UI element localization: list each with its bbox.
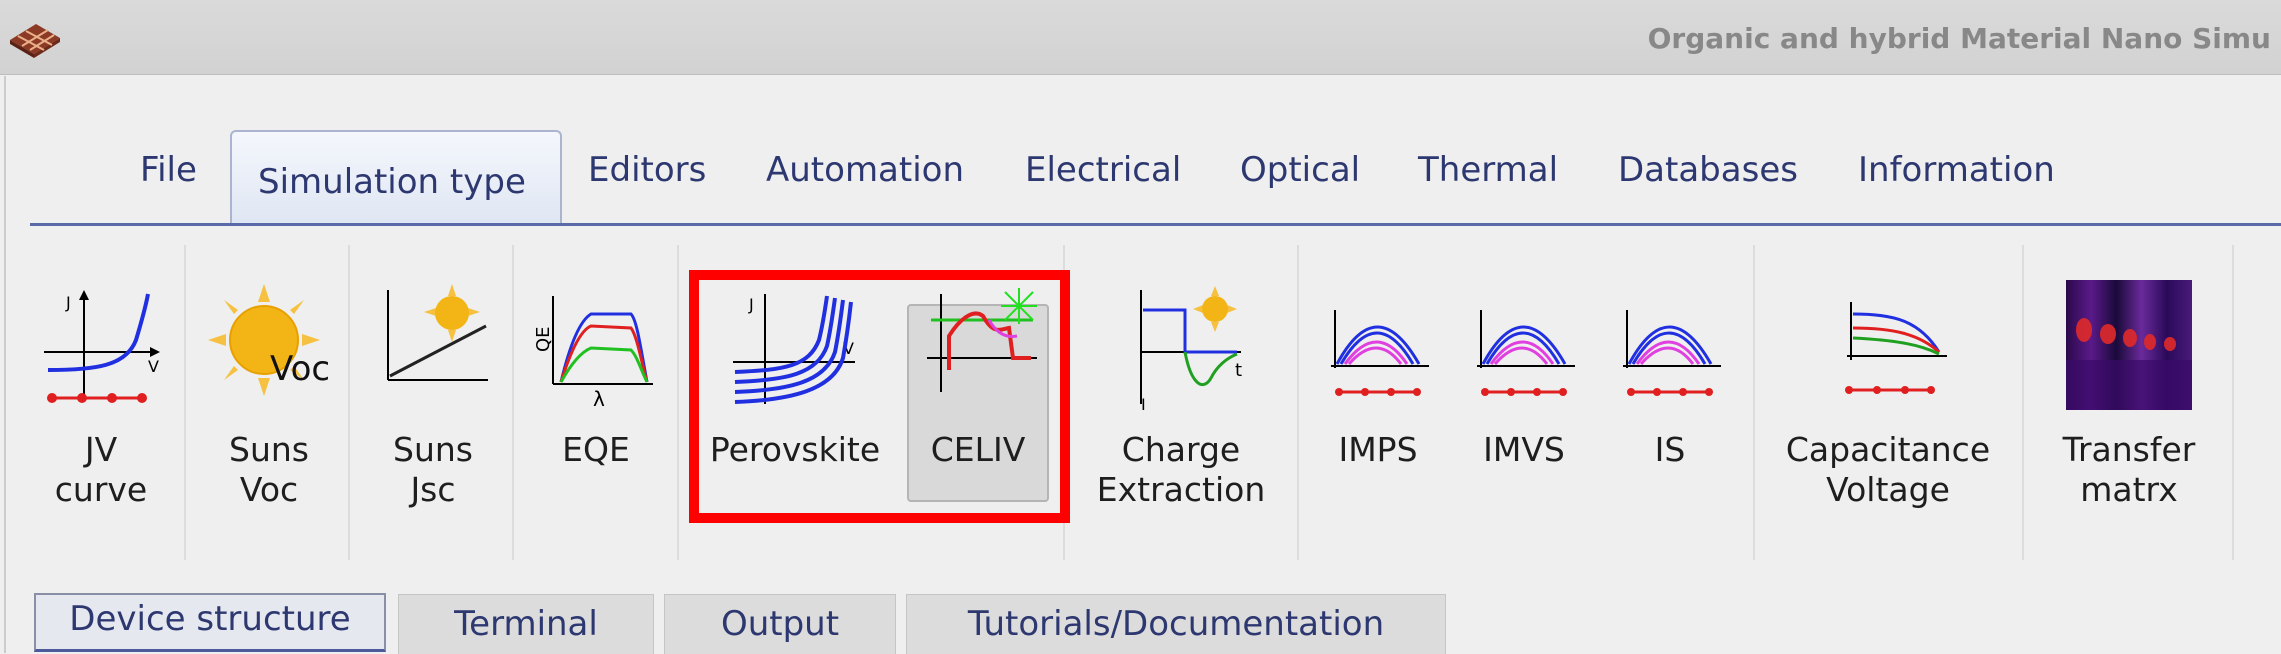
toolbar-separator xyxy=(184,245,186,560)
tab-device-structure[interactable]: Device structure xyxy=(34,593,386,652)
charge-extraction-label: Charge Extraction xyxy=(1096,430,1266,509)
toolbar-separator xyxy=(677,245,679,560)
tab-electrical[interactable]: Electrical xyxy=(1025,150,1181,190)
tab-thermal[interactable]: Thermal xyxy=(1418,150,1558,190)
charge-extraction-icon: J t xyxy=(1140,286,1242,410)
svg-text:J: J xyxy=(1140,395,1146,410)
toolbar-separator xyxy=(2232,245,2234,560)
toolbar-separator xyxy=(512,245,514,560)
tab-output[interactable]: Output xyxy=(664,594,896,654)
imps-icon xyxy=(1331,310,1429,396)
is-button[interactable]: IS xyxy=(1602,280,1738,470)
eqe-icon: QE λ xyxy=(533,296,653,410)
imvs-icon xyxy=(1477,310,1575,396)
toolbar-separator xyxy=(2022,245,2024,560)
tab-file[interactable]: File xyxy=(140,150,197,190)
jv-curve-button[interactable]: J V JV curve xyxy=(26,280,176,510)
eqe-label: EQE xyxy=(562,430,630,469)
app-logo-icon xyxy=(10,24,60,58)
ribbon-divider xyxy=(30,223,2281,226)
tab-information[interactable]: Information xyxy=(1858,150,2055,190)
tab-terminal[interactable]: Terminal xyxy=(398,594,654,654)
tab-tutorials-documentation[interactable]: Tutorials/Documentation xyxy=(906,594,1446,654)
suns-voc-button[interactable]: Voc Suns Voc xyxy=(194,280,344,510)
suns-jsc-icon xyxy=(387,284,488,381)
svg-text:λ: λ xyxy=(593,387,605,410)
sun-icon: Voc xyxy=(208,284,330,396)
toolbar-separator xyxy=(348,245,350,560)
transfer-matrix-button[interactable]: Transfer matrx xyxy=(2034,280,2224,510)
svg-text:Voc: Voc xyxy=(270,349,330,389)
capacitance-voltage-icon xyxy=(1845,302,1947,394)
jv-curve-icon: J V xyxy=(44,290,160,403)
tab-editors[interactable]: Editors xyxy=(588,150,706,190)
imvs-label: IMVS xyxy=(1483,430,1565,469)
highlight-box xyxy=(689,270,1070,523)
suns-voc-label: Suns Voc xyxy=(229,430,309,509)
suns-jsc-button[interactable]: Suns Jsc xyxy=(358,280,508,510)
transfer-matrix-label: Transfer matrx xyxy=(2062,430,2196,509)
svg-text:J: J xyxy=(65,293,71,312)
jv-curve-label: JV curve xyxy=(54,430,148,509)
tab-simulation-type[interactable]: Simulation type xyxy=(230,130,562,226)
tab-automation[interactable]: Automation xyxy=(766,150,964,190)
toolbar-separator xyxy=(1297,245,1299,560)
tab-databases[interactable]: Databases xyxy=(1618,150,1798,190)
eqe-button[interactable]: QE λ EQE xyxy=(524,280,668,470)
is-label: IS xyxy=(1654,430,1686,469)
svg-text:t: t xyxy=(1235,360,1242,381)
window-title: Organic and hybrid Material Nano Simu xyxy=(1647,22,2271,55)
charge-extraction-button[interactable]: J t Charge Extraction xyxy=(1086,280,1276,510)
tab-simulation-type-label: Simulation type xyxy=(258,162,526,202)
suns-jsc-label: Suns Jsc xyxy=(393,430,473,509)
svg-text:QE: QE xyxy=(533,326,554,352)
capacitance-voltage-button[interactable]: Capacitance Voltage xyxy=(1768,280,2008,510)
capacitance-voltage-label: Capacitance Voltage xyxy=(1785,430,1991,509)
toolbar-separator xyxy=(1753,245,1755,560)
imps-button[interactable]: IMPS xyxy=(1310,280,1446,470)
svg-text:V: V xyxy=(148,357,159,376)
transfer-matrix-icon xyxy=(2066,280,2192,410)
imvs-button[interactable]: IMVS xyxy=(1456,280,1592,470)
title-bar: Organic and hybrid Material Nano Simu xyxy=(0,0,2281,75)
is-icon xyxy=(1623,310,1721,396)
imps-label: IMPS xyxy=(1338,430,1418,469)
tab-optical[interactable]: Optical xyxy=(1240,150,1360,190)
